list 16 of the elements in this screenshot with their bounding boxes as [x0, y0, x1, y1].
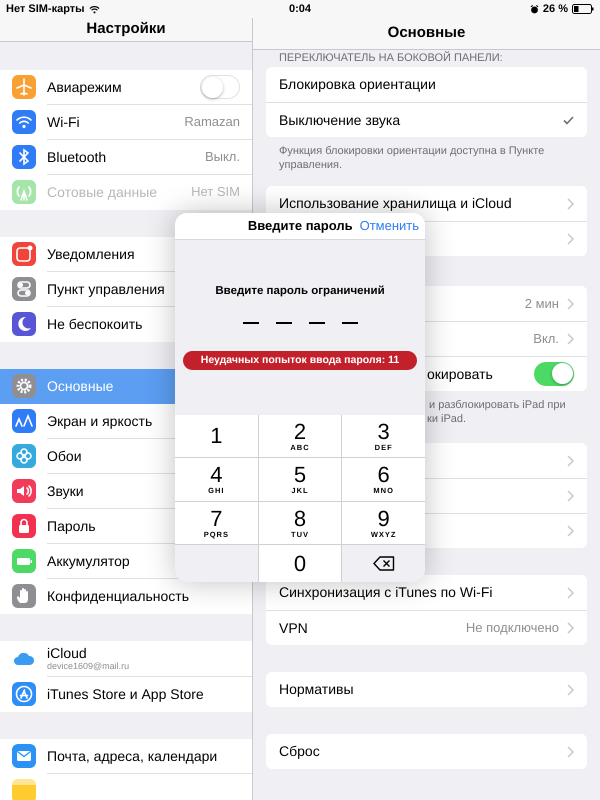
error-badge: Неудачных попыток ввода пароля: 11 [183, 351, 417, 370]
setting-value: Нет SIM [191, 183, 240, 202]
carrier-text: Нет SIM-карты [6, 2, 85, 17]
setting-value: Не подключено [466, 619, 559, 638]
battery-percent: 26 % [542, 2, 568, 17]
account-email: device1609@mail.ru [47, 660, 130, 672]
section-footer: и разблокировать iPad при [253, 398, 600, 412]
setting-value: Вкл. [533, 330, 559, 348]
clock-time: 0:04 [288, 2, 312, 17]
setting-value: Выкл. [204, 148, 240, 166]
page-title: Основные [388, 23, 466, 44]
sidebar-title: Настройки [86, 19, 166, 39]
setting-value: 2 мин [524, 294, 559, 313]
setting-value: Ramazan [184, 112, 240, 131]
section-header: ПЕРЕКЛЮЧАТЕЛЬ НА БОКОВОЙ ПАНЕЛИ: [278, 50, 504, 66]
section-footer: Функция блокировки ориентации доступна в Пункте управления. [253, 137, 600, 189]
